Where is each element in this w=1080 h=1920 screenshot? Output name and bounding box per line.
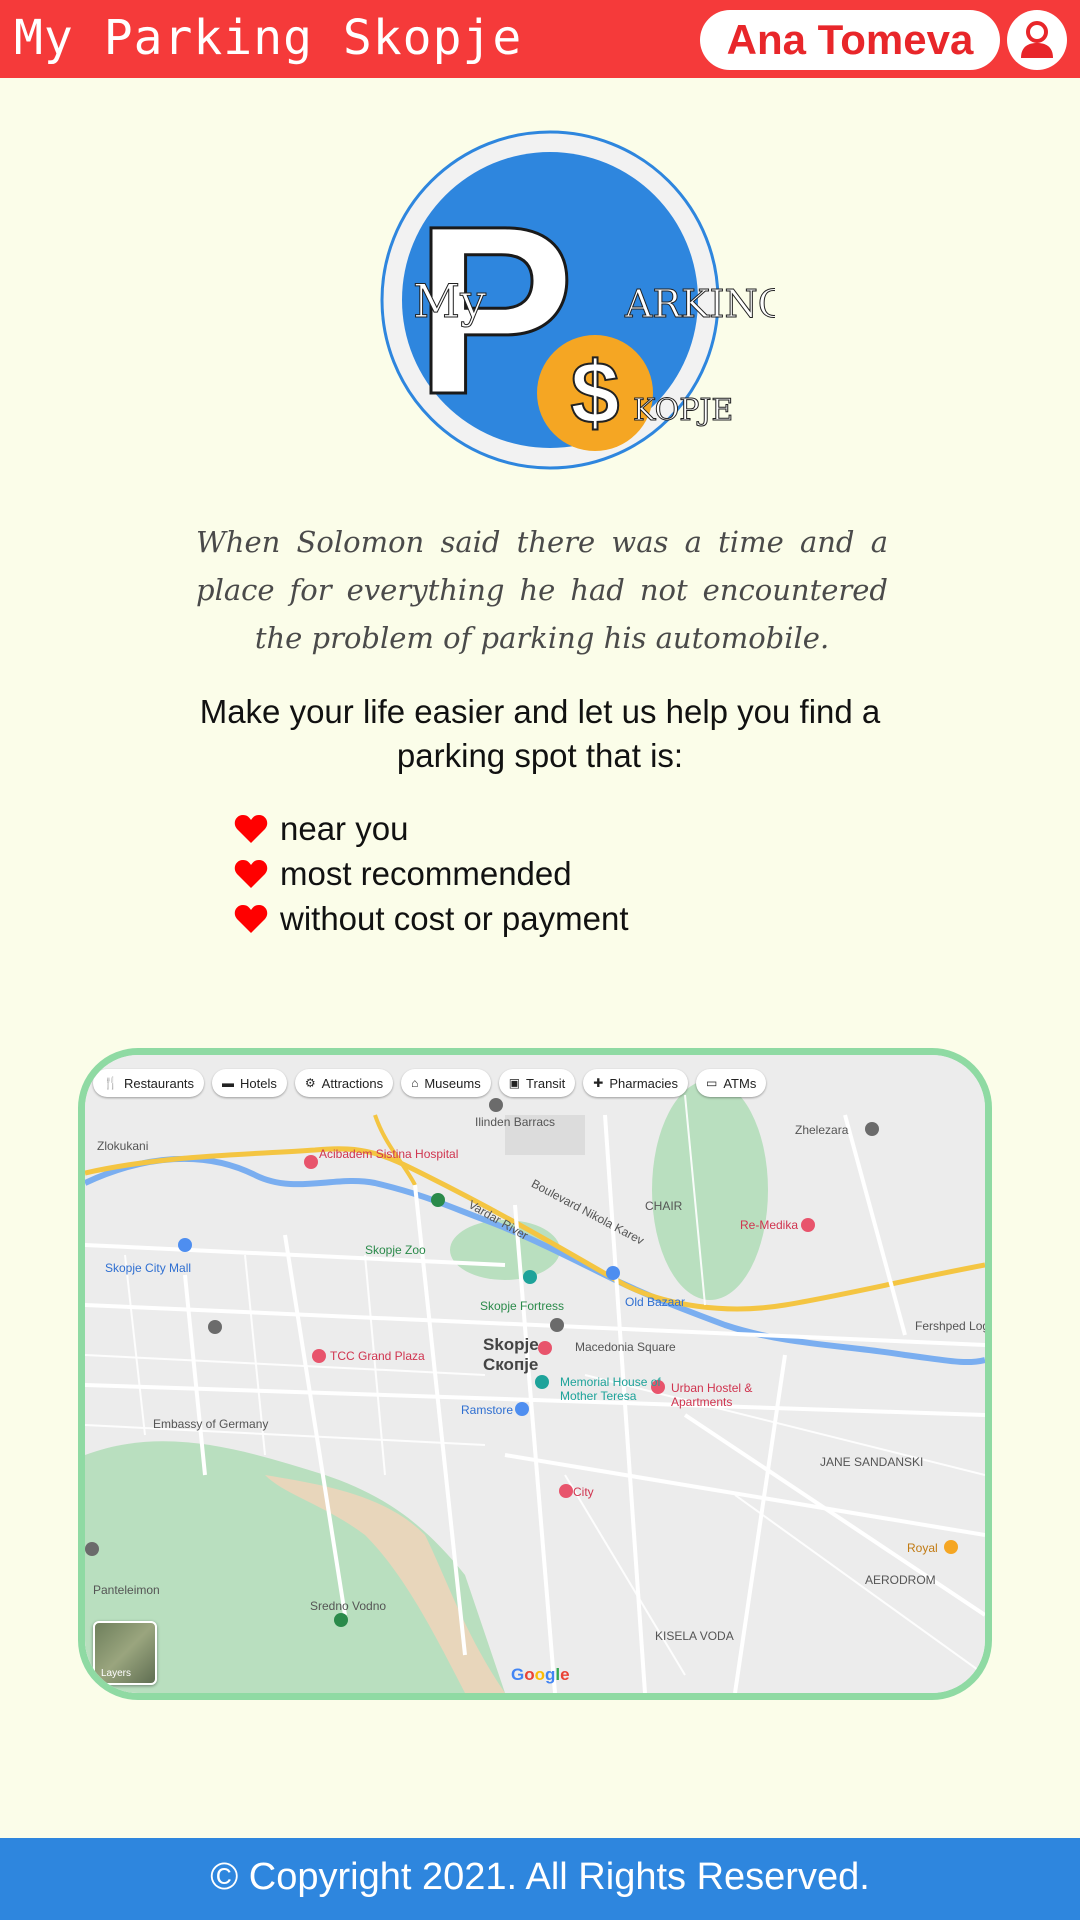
app-logo: P My ARKING $ KOPJE — [375, 125, 789, 475]
chip-label: Pharmacies — [609, 1075, 678, 1091]
chip-atms[interactable]: ▭ ATMs — [696, 1069, 767, 1097]
feature-item: most recommended — [234, 851, 629, 896]
app-header: My Parking Skopje Ana Tomeva — [0, 0, 1080, 78]
user-icon[interactable] — [1007, 10, 1067, 70]
atm-icon: ▭ — [706, 1076, 718, 1090]
chip-transit[interactable]: ▣ Transit — [498, 1069, 576, 1097]
user-name-button[interactable]: Ana Tomeva — [700, 10, 1000, 70]
map-label-zhelezara: Zhelezara — [795, 1123, 849, 1137]
map-label-memorial: Memorial House of Mother Teresa — [560, 1375, 661, 1403]
hotel-icon: ▬ — [222, 1076, 235, 1090]
map-label-jane: JANE SANDANSKI — [820, 1455, 924, 1469]
map-label-fershped: Fershped Logistichki Centar — [915, 1319, 992, 1333]
transit-icon: ▣ — [508, 1076, 521, 1090]
chip-attractions[interactable]: ⚙ Attractions — [294, 1069, 394, 1097]
map-label-city-cyr: Скопје — [483, 1355, 539, 1374]
museum-icon: ⌂ — [411, 1076, 419, 1090]
logo-word-my: My — [413, 274, 486, 328]
chip-pharmacies[interactable]: ✚ Pharmacies — [583, 1069, 688, 1097]
map-label-tcc: TCC Grand Plaza — [330, 1349, 425, 1363]
map-label-bazaar: Old Bazaar — [625, 1295, 686, 1309]
restaurant-icon: 🍴 — [103, 1076, 118, 1090]
feature-label: most recommended — [280, 854, 572, 892]
chip-label: Museums — [424, 1075, 481, 1091]
map-label-panteleimon: Panteleimon — [93, 1583, 160, 1597]
map-label-sredno-vodno: Sredno Vodno — [310, 1599, 387, 1613]
pharmacy-icon: ✚ — [593, 1076, 604, 1090]
map-label-ilinden: Ilinden Barracs — [475, 1115, 556, 1129]
heart-icon — [234, 859, 268, 888]
chip-hotels[interactable]: ▬ Hotels — [212, 1069, 287, 1097]
feature-label: without cost or payment — [280, 899, 629, 937]
map-label-embassy: Embassy of Germany — [153, 1417, 269, 1431]
feature-item: without cost or payment — [234, 896, 629, 941]
feature-list: near you most recommended without cost o… — [234, 806, 629, 941]
logo-letter-s: $ — [571, 343, 620, 442]
chip-label: Restaurants — [123, 1075, 195, 1091]
page-footer: © Copyright 2021. All Rights Reserved. — [0, 1838, 1080, 1920]
chip-label: ATMs — [723, 1075, 757, 1091]
map-category-chips: 🍴 Restaurants ▬ Hotels ⚙ Attractions ⌂ Museu… — [85, 1069, 767, 1097]
map-label-square: Macedonia Square — [575, 1340, 676, 1354]
map-embed[interactable]: 🍴 Restaurants ▬ Hotels ⚙ Attractions ⌂ Museu… — [78, 1048, 992, 1700]
solomon-quote: When Solomon said there was a time and a… — [196, 525, 888, 655]
map-label-re-medika: Re-Medika — [740, 1218, 799, 1232]
chip-label: Transit — [526, 1075, 566, 1091]
map-label-zlokukani: Zlokukani — [97, 1139, 149, 1153]
chip-restaurants[interactable]: 🍴 Restaurants — [93, 1069, 205, 1097]
map-label-kisela-voda: KISELA VODA — [655, 1629, 734, 1643]
intro-text: Make your life easier and let us help yo… — [199, 693, 881, 774]
map-label-urban-hostel: Urban Hostel & Apartments — [671, 1381, 753, 1409]
logo-word-arking: ARKING — [624, 282, 775, 326]
heart-icon — [234, 904, 268, 933]
map-label-fortress: Skopje Fortress — [480, 1299, 565, 1313]
map-label-city-mall: Skopje City Mall — [105, 1261, 192, 1275]
attractions-icon: ⚙ — [304, 1076, 316, 1090]
logo-word-kopje: KOPJE — [633, 393, 733, 428]
map-label-city-place: City — [573, 1485, 594, 1499]
copyright-text: © Copyright 2021. All Rights Reserved. — [210, 1856, 870, 1898]
map-label-ramstore: Ramstore — [461, 1403, 514, 1417]
app-title[interactable]: My Parking Skopje — [14, 8, 522, 68]
map-label-chair: CHAIR — [645, 1199, 683, 1213]
feature-label: near you — [280, 809, 409, 847]
map-label-zoo: Skopje Zoo — [365, 1243, 426, 1257]
map-label-royal: Royal — [907, 1541, 938, 1555]
chip-label: Attractions — [321, 1075, 384, 1091]
map-label-acibadem: Acibadem Sistina Hospital — [319, 1147, 459, 1161]
heart-icon — [234, 814, 268, 843]
google-logo: Google — [511, 1665, 570, 1684]
feature-item: near you — [234, 806, 629, 851]
map-label-city: Skopje — [483, 1335, 539, 1354]
layers-label: Layers — [101, 1668, 132, 1679]
map-label-aerodrom: AERODROM — [865, 1573, 936, 1587]
chip-label: Hotels — [240, 1075, 277, 1091]
chip-museums[interactable]: ⌂ Museums — [401, 1069, 491, 1097]
map-layers-button[interactable]: Layers — [93, 1621, 157, 1685]
